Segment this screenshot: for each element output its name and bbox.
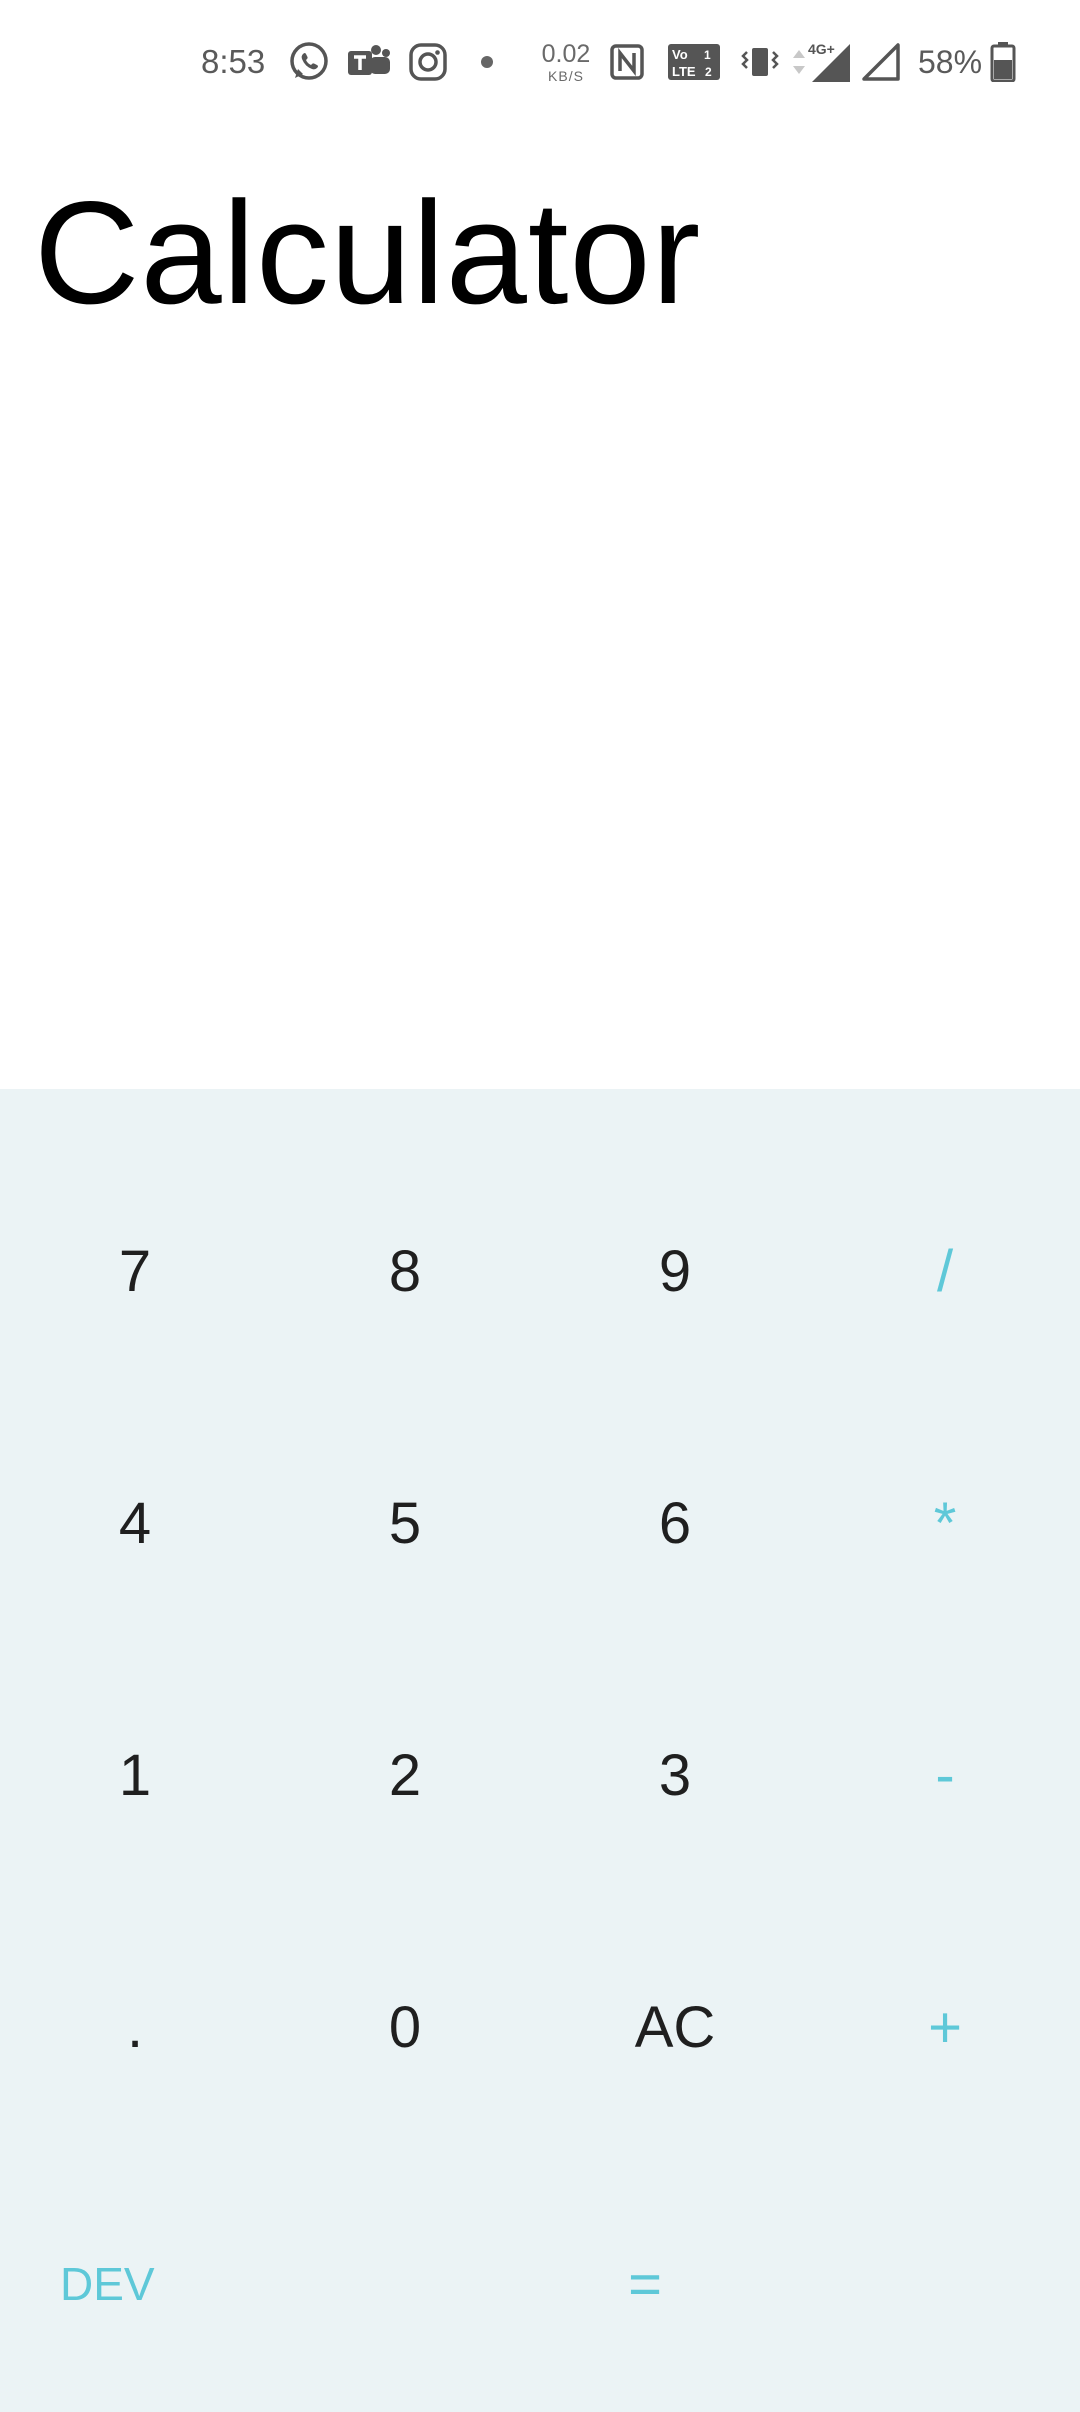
network-speed-value: 0.02 [541, 39, 591, 68]
svg-text:LTE: LTE [672, 64, 696, 79]
key-subtract[interactable]: - [810, 1700, 1080, 1850]
key-5[interactable]: 5 [270, 1448, 540, 1598]
key-4[interactable]: 4 [0, 1448, 270, 1598]
key-1[interactable]: 1 [0, 1700, 270, 1850]
instagram-icon [408, 0, 448, 124]
key-multiply[interactable]: * [810, 1448, 1080, 1598]
key-equals[interactable]: = [510, 2209, 780, 2359]
key-6[interactable]: 6 [540, 1448, 810, 1598]
key-8[interactable]: 8 [270, 1196, 540, 1346]
dev-button[interactable]: DEV [0, 2209, 300, 2359]
svg-text:Vo: Vo [672, 47, 688, 62]
network-type-label: 4G+ [808, 41, 835, 57]
teams-icon [346, 0, 392, 124]
status-bar: 8:53 0.02 KB/S Vo 1 LTE 2 4G+ 58% [0, 0, 1080, 124]
battery-icon [990, 0, 1016, 124]
key-0[interactable]: 0 [270, 1952, 540, 2102]
battery-percent: 58% [918, 43, 983, 80]
signal-icon-2 [861, 0, 901, 124]
key-divide[interactable]: / [810, 1196, 1080, 1346]
key-add[interactable]: + [810, 1952, 1080, 2102]
network-speed-unit: KB/S [548, 67, 584, 84]
network-speed: 0.02 KB/S [541, 0, 591, 124]
key-9[interactable]: 9 [540, 1196, 810, 1346]
data-arrows-icon [791, 0, 807, 124]
keypad: 7 8 9 / 4 5 6 * 1 2 3 - . 0 AC + DEV = [0, 1089, 1080, 2412]
key-2[interactable]: 2 [270, 1700, 540, 1850]
svg-text:1: 1 [704, 48, 711, 62]
nfc-icon [610, 0, 644, 124]
key-clear[interactable]: AC [540, 1952, 810, 2102]
svg-text:2: 2 [705, 65, 712, 79]
vibrate-icon [740, 0, 780, 124]
dot-icon [479, 0, 495, 124]
calculator-screen: 8:53 0.02 KB/S Vo 1 LTE 2 4G+ 58% Calcul… [0, 0, 1080, 2412]
status-time: 8:53 [201, 43, 266, 80]
signal-icon: 4G+ [808, 0, 852, 124]
volte-icon: Vo 1 LTE 2 [668, 0, 720, 124]
key-3[interactable]: 3 [540, 1700, 810, 1850]
key-7[interactable]: 7 [0, 1196, 270, 1346]
whatsapp-icon [288, 0, 330, 124]
page-title: Calculator [34, 171, 702, 334]
key-decimal[interactable]: . [0, 1952, 270, 2102]
